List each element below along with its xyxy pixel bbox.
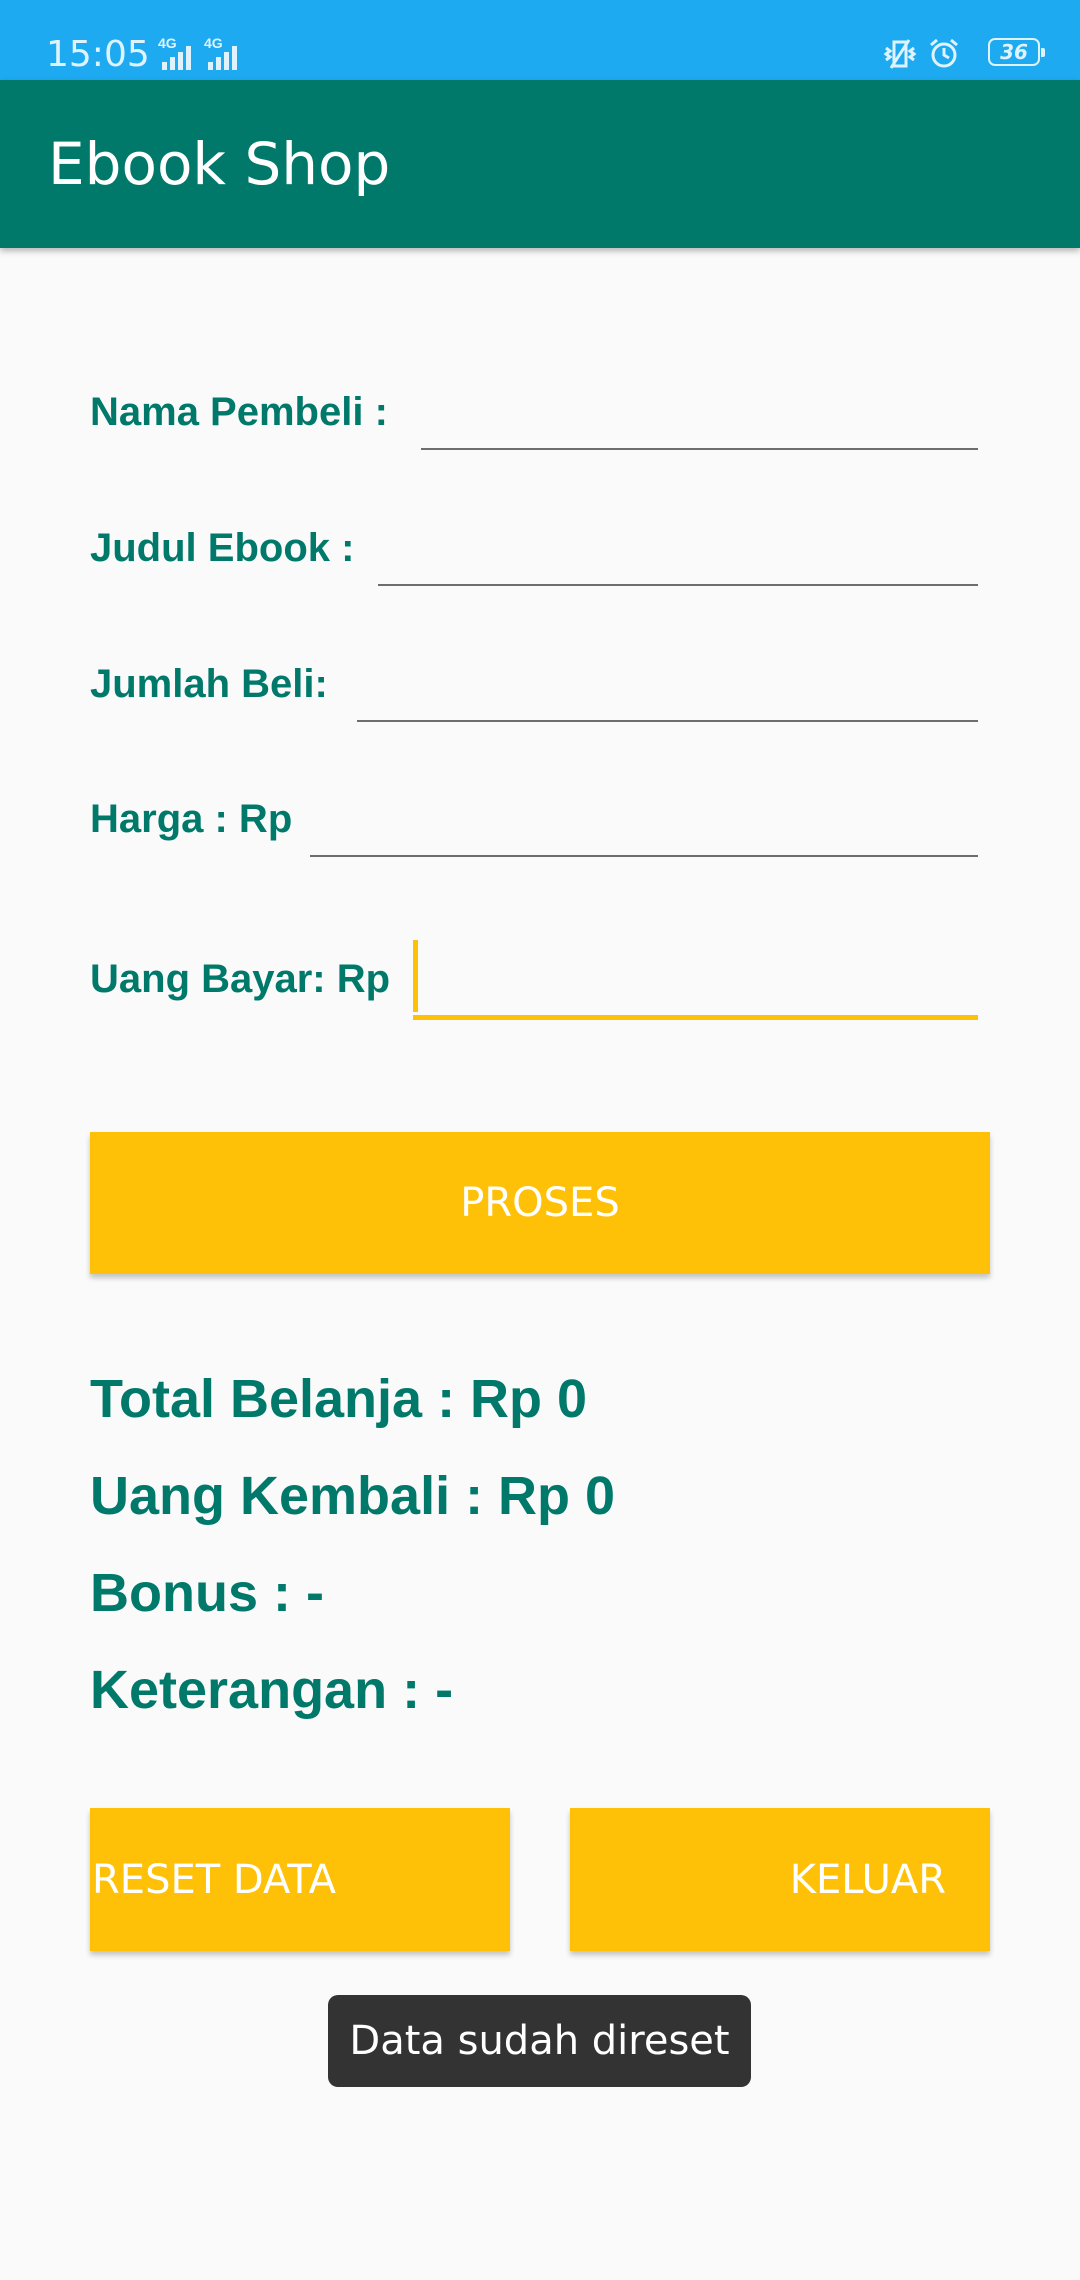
proses-button-label: PROSES xyxy=(460,1180,620,1226)
status-icons: 36 xyxy=(880,38,1045,72)
battery-icon: 36 xyxy=(988,38,1045,66)
proses-button[interactable]: PROSES xyxy=(90,1132,990,1274)
bonus-text: Bonus : - xyxy=(90,1563,324,1623)
reset-data-button-label: RESET DATA xyxy=(92,1857,336,1903)
keluar-button[interactable]: KELUAR xyxy=(570,1808,990,1951)
toast-message: Data sudah direset xyxy=(328,1995,751,2087)
app-title: Ebook Shop xyxy=(48,130,391,198)
nama-pembeli-label: Nama Pembeli : xyxy=(90,390,388,434)
uang-bayar-label: Uang Bayar: Rp xyxy=(90,957,391,1001)
text-cursor xyxy=(413,940,418,1012)
uang-bayar-input[interactable] xyxy=(413,940,978,1020)
app-bar: Ebook Shop xyxy=(0,80,1080,248)
alarm-icon xyxy=(930,38,958,68)
signal-bars-icon-2 xyxy=(208,46,237,70)
status-bar: 15:05 4G 4G 36 xyxy=(0,0,1080,80)
vibrate-icon xyxy=(883,39,917,69)
uang-kembali-text: Uang Kembali : Rp 0 xyxy=(90,1466,616,1526)
reset-data-button[interactable]: RESET DATA xyxy=(90,1808,510,1951)
judul-ebook-input[interactable] xyxy=(378,524,978,586)
keterangan-text: Keterangan : - xyxy=(90,1660,454,1720)
jumlah-beli-input[interactable] xyxy=(357,660,978,722)
judul-ebook-label: Judul Ebook : xyxy=(90,526,355,570)
total-belanja-text: Total Belanja : Rp 0 xyxy=(90,1369,588,1429)
signal-bars-icon xyxy=(162,46,191,70)
nama-pembeli-input[interactable] xyxy=(421,388,978,450)
harga-input[interactable] xyxy=(310,795,978,857)
harga-label: Harga : Rp xyxy=(90,797,293,841)
status-time: 15:05 xyxy=(46,34,150,75)
keluar-button-label: KELUAR xyxy=(789,1857,946,1903)
jumlah-beli-label: Jumlah Beli: xyxy=(90,662,328,706)
